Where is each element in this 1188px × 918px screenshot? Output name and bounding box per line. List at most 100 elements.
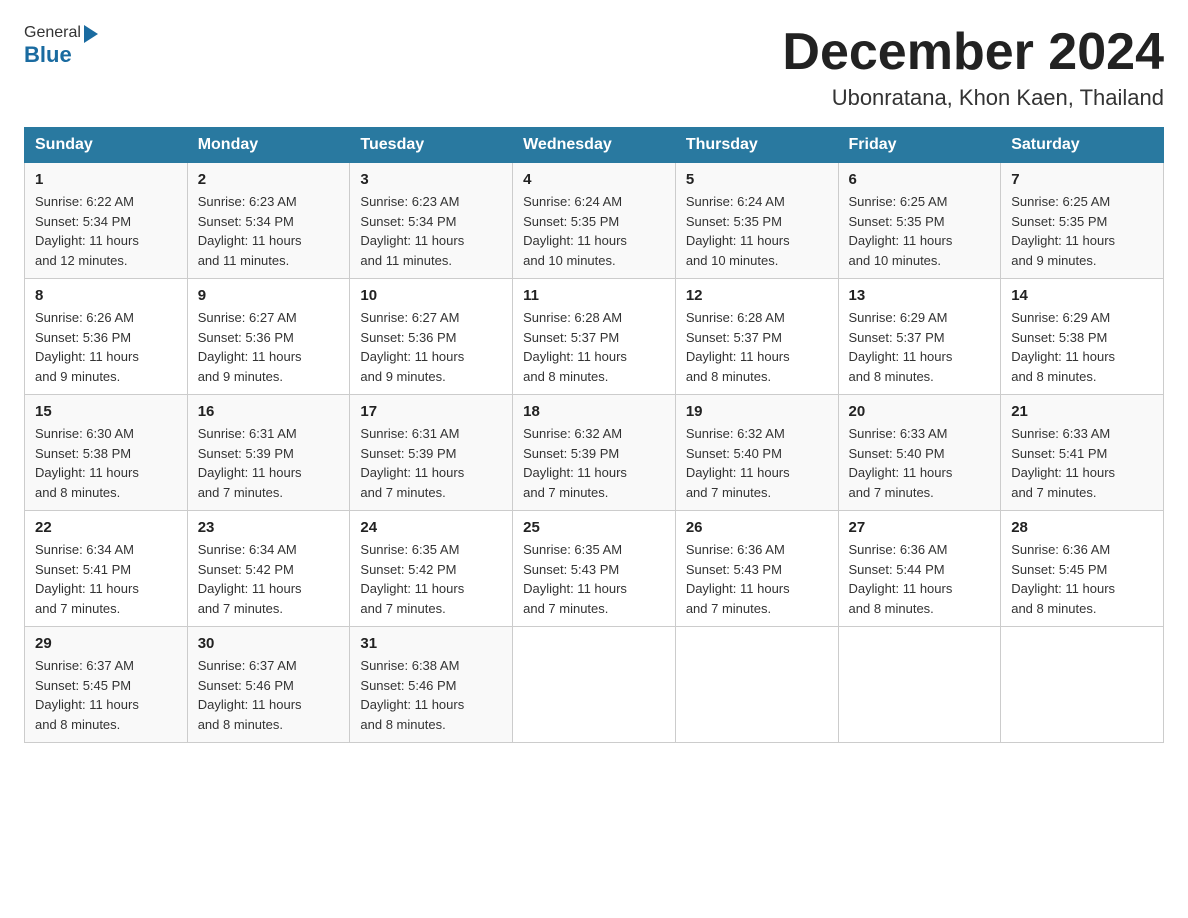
table-row: 26 Sunrise: 6:36 AMSunset: 5:43 PMDaylig… [675,511,838,627]
table-row: 1 Sunrise: 6:22 AMSunset: 5:34 PMDayligh… [25,163,188,279]
day-info: Sunrise: 6:32 AMSunset: 5:40 PMDaylight:… [686,424,828,502]
day-number: 18 [523,403,665,420]
table-row: 15 Sunrise: 6:30 AMSunset: 5:38 PMDaylig… [25,395,188,511]
day-info: Sunrise: 6:32 AMSunset: 5:39 PMDaylight:… [523,424,665,502]
day-number: 7 [1011,171,1153,188]
day-info: Sunrise: 6:23 AMSunset: 5:34 PMDaylight:… [198,192,340,270]
day-number: 14 [1011,287,1153,304]
table-row: 24 Sunrise: 6:35 AMSunset: 5:42 PMDaylig… [350,511,513,627]
day-info: Sunrise: 6:27 AMSunset: 5:36 PMDaylight:… [198,308,340,386]
col-sunday: Sunday [25,128,188,163]
table-row: 25 Sunrise: 6:35 AMSunset: 5:43 PMDaylig… [513,511,676,627]
day-number: 16 [198,403,340,420]
day-number: 4 [523,171,665,188]
day-info: Sunrise: 6:37 AMSunset: 5:45 PMDaylight:… [35,656,177,734]
table-row: 23 Sunrise: 6:34 AMSunset: 5:42 PMDaylig… [187,511,350,627]
col-monday: Monday [187,128,350,163]
table-row: 17 Sunrise: 6:31 AMSunset: 5:39 PMDaylig… [350,395,513,511]
day-number: 2 [198,171,340,188]
day-info: Sunrise: 6:31 AMSunset: 5:39 PMDaylight:… [198,424,340,502]
day-info: Sunrise: 6:37 AMSunset: 5:46 PMDaylight:… [198,656,340,734]
table-row: 6 Sunrise: 6:25 AMSunset: 5:35 PMDayligh… [838,163,1001,279]
location-text: Ubonratana, Khon Kaen, Thailand [782,85,1164,111]
day-number: 3 [360,171,502,188]
col-tuesday: Tuesday [350,128,513,163]
day-info: Sunrise: 6:34 AMSunset: 5:41 PMDaylight:… [35,540,177,618]
day-number: 8 [35,287,177,304]
table-row: 11 Sunrise: 6:28 AMSunset: 5:37 PMDaylig… [513,279,676,395]
day-info: Sunrise: 6:35 AMSunset: 5:43 PMDaylight:… [523,540,665,618]
day-number: 25 [523,519,665,536]
day-number: 27 [849,519,991,536]
day-info: Sunrise: 6:24 AMSunset: 5:35 PMDaylight:… [523,192,665,270]
day-info: Sunrise: 6:35 AMSunset: 5:42 PMDaylight:… [360,540,502,618]
day-info: Sunrise: 6:27 AMSunset: 5:36 PMDaylight:… [360,308,502,386]
table-row: 29 Sunrise: 6:37 AMSunset: 5:45 PMDaylig… [25,627,188,743]
month-title: December 2024 [782,24,1164,81]
col-saturday: Saturday [1001,128,1164,163]
title-section: December 2024 Ubonratana, Khon Kaen, Tha… [782,24,1164,111]
table-row: 3 Sunrise: 6:23 AMSunset: 5:34 PMDayligh… [350,163,513,279]
table-row [1001,627,1164,743]
table-row: 13 Sunrise: 6:29 AMSunset: 5:37 PMDaylig… [838,279,1001,395]
calendar-table: Sunday Monday Tuesday Wednesday Thursday… [24,127,1164,743]
day-number: 19 [686,403,828,420]
day-info: Sunrise: 6:25 AMSunset: 5:35 PMDaylight:… [849,192,991,270]
table-row [513,627,676,743]
day-number: 5 [686,171,828,188]
day-number: 22 [35,519,177,536]
day-number: 10 [360,287,502,304]
day-number: 9 [198,287,340,304]
table-row: 4 Sunrise: 6:24 AMSunset: 5:35 PMDayligh… [513,163,676,279]
day-number: 12 [686,287,828,304]
table-row: 12 Sunrise: 6:28 AMSunset: 5:37 PMDaylig… [675,279,838,395]
day-info: Sunrise: 6:28 AMSunset: 5:37 PMDaylight:… [686,308,828,386]
day-number: 17 [360,403,502,420]
table-row: 30 Sunrise: 6:37 AMSunset: 5:46 PMDaylig… [187,627,350,743]
day-number: 11 [523,287,665,304]
calendar-week-row: 29 Sunrise: 6:37 AMSunset: 5:45 PMDaylig… [25,627,1164,743]
day-info: Sunrise: 6:25 AMSunset: 5:35 PMDaylight:… [1011,192,1153,270]
table-row: 27 Sunrise: 6:36 AMSunset: 5:44 PMDaylig… [838,511,1001,627]
day-info: Sunrise: 6:34 AMSunset: 5:42 PMDaylight:… [198,540,340,618]
table-row: 21 Sunrise: 6:33 AMSunset: 5:41 PMDaylig… [1001,395,1164,511]
calendar-header-row: Sunday Monday Tuesday Wednesday Thursday… [25,128,1164,163]
table-row: 7 Sunrise: 6:25 AMSunset: 5:35 PMDayligh… [1001,163,1164,279]
day-number: 20 [849,403,991,420]
page-header: General Blue December 2024 Ubonratana, K… [24,24,1164,111]
table-row: 19 Sunrise: 6:32 AMSunset: 5:40 PMDaylig… [675,395,838,511]
table-row [838,627,1001,743]
table-row [675,627,838,743]
calendar-week-row: 1 Sunrise: 6:22 AMSunset: 5:34 PMDayligh… [25,163,1164,279]
day-info: Sunrise: 6:26 AMSunset: 5:36 PMDaylight:… [35,308,177,386]
day-number: 29 [35,635,177,652]
day-number: 28 [1011,519,1153,536]
day-info: Sunrise: 6:22 AMSunset: 5:34 PMDaylight:… [35,192,177,270]
col-friday: Friday [838,128,1001,163]
table-row: 9 Sunrise: 6:27 AMSunset: 5:36 PMDayligh… [187,279,350,395]
day-number: 1 [35,171,177,188]
day-number: 31 [360,635,502,652]
day-info: Sunrise: 6:30 AMSunset: 5:38 PMDaylight:… [35,424,177,502]
day-info: Sunrise: 6:29 AMSunset: 5:38 PMDaylight:… [1011,308,1153,386]
day-info: Sunrise: 6:24 AMSunset: 5:35 PMDaylight:… [686,192,828,270]
table-row: 5 Sunrise: 6:24 AMSunset: 5:35 PMDayligh… [675,163,838,279]
day-info: Sunrise: 6:36 AMSunset: 5:45 PMDaylight:… [1011,540,1153,618]
day-info: Sunrise: 6:28 AMSunset: 5:37 PMDaylight:… [523,308,665,386]
calendar-week-row: 8 Sunrise: 6:26 AMSunset: 5:36 PMDayligh… [25,279,1164,395]
calendar-week-row: 22 Sunrise: 6:34 AMSunset: 5:41 PMDaylig… [25,511,1164,627]
logo-general-text: General [24,24,81,42]
day-info: Sunrise: 6:23 AMSunset: 5:34 PMDaylight:… [360,192,502,270]
day-number: 23 [198,519,340,536]
day-number: 21 [1011,403,1153,420]
calendar-week-row: 15 Sunrise: 6:30 AMSunset: 5:38 PMDaylig… [25,395,1164,511]
table-row: 18 Sunrise: 6:32 AMSunset: 5:39 PMDaylig… [513,395,676,511]
day-number: 24 [360,519,502,536]
day-number: 6 [849,171,991,188]
day-info: Sunrise: 6:33 AMSunset: 5:40 PMDaylight:… [849,424,991,502]
table-row: 8 Sunrise: 6:26 AMSunset: 5:36 PMDayligh… [25,279,188,395]
logo-blue-text: Blue [24,42,72,68]
day-info: Sunrise: 6:31 AMSunset: 5:39 PMDaylight:… [360,424,502,502]
day-number: 15 [35,403,177,420]
table-row: 14 Sunrise: 6:29 AMSunset: 5:38 PMDaylig… [1001,279,1164,395]
